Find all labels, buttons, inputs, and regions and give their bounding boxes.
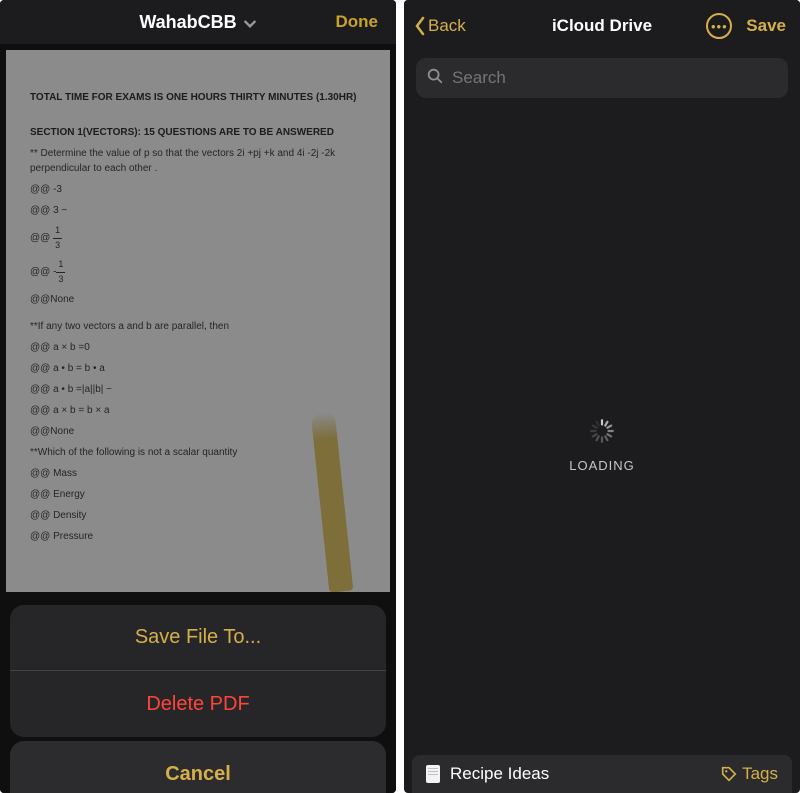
back-label: Back: [428, 16, 466, 36]
document-title-dropdown[interactable]: WahabCBB: [139, 12, 256, 33]
save-file-to-button[interactable]: Save File To...: [10, 605, 386, 671]
more-options-button[interactable]: •••: [706, 13, 732, 39]
search-input[interactable]: [452, 68, 778, 88]
drive-content-area: LOADING: [404, 98, 800, 793]
bottom-toolbar: Recipe Ideas Tags: [412, 755, 792, 793]
document-title: WahabCBB: [139, 12, 236, 33]
tag-icon: [720, 765, 738, 783]
phone-left: WahabCBB Done TOTAL TIME FOR EXAMS IS ON…: [0, 0, 396, 793]
phone-right: Back iCloud Drive ••• Save: [404, 0, 800, 793]
ellipsis-icon: •••: [711, 19, 728, 34]
cancel-button[interactable]: Cancel: [10, 741, 386, 793]
tags-button[interactable]: Tags: [720, 764, 778, 784]
loading-label: LOADING: [569, 458, 635, 473]
search-bar[interactable]: [416, 58, 788, 98]
header-actions: ••• Save: [706, 13, 786, 39]
loading-spinner-icon: [589, 418, 615, 444]
recent-note-chip[interactable]: Recipe Ideas: [426, 764, 549, 784]
recent-note-title: Recipe Ideas: [450, 764, 549, 784]
delete-pdf-button[interactable]: Delete PDF: [10, 671, 386, 737]
search-icon: [426, 67, 444, 90]
chevron-down-icon: [243, 15, 257, 29]
note-icon: [426, 765, 440, 783]
action-sheet: Save File To... Delete PDF: [10, 605, 386, 737]
right-header: Back iCloud Drive ••• Save: [404, 0, 800, 52]
back-button[interactable]: Back: [414, 16, 466, 36]
tags-label: Tags: [742, 764, 778, 784]
left-header: WahabCBB Done: [0, 0, 396, 44]
chevron-left-icon: [414, 16, 426, 36]
done-button[interactable]: Done: [336, 12, 379, 32]
page-title: iCloud Drive: [552, 16, 652, 36]
save-button[interactable]: Save: [746, 16, 786, 36]
